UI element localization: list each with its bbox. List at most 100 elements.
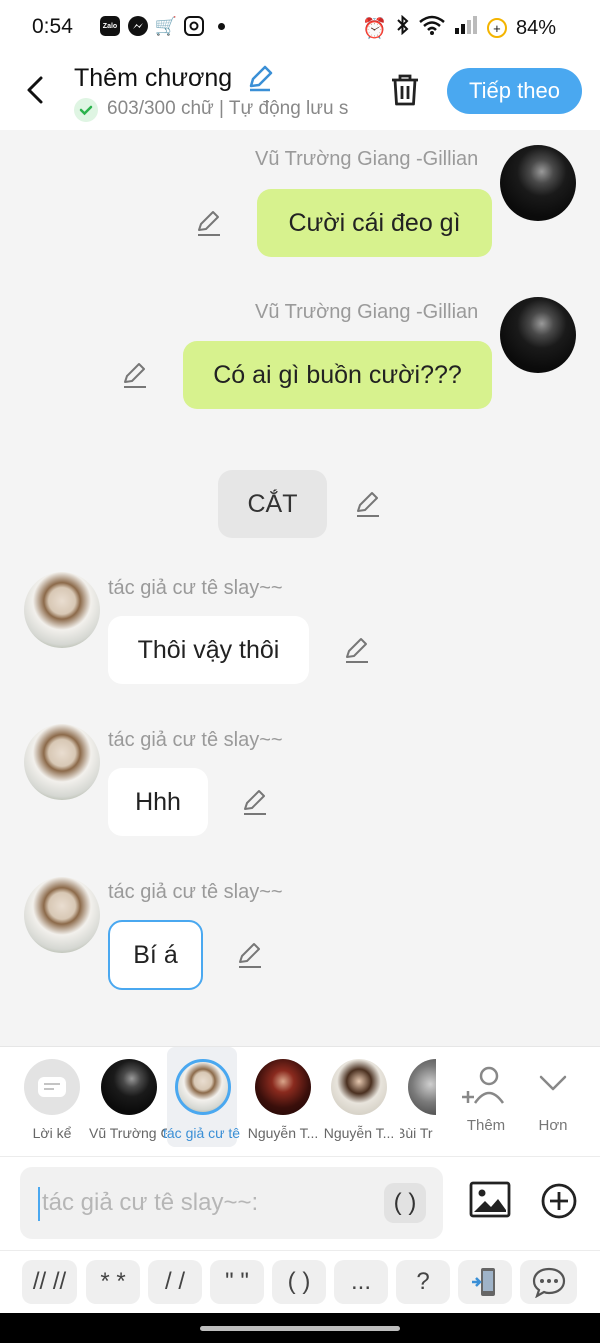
message-author: tác giả cư tê slay~~	[108, 577, 283, 599]
character-item[interactable]: Bùi Tr	[400, 1047, 436, 1147]
character-picker: Lời kể Vũ Trường Giang -Gillian tác giả …	[0, 1046, 600, 1156]
pencil-icon	[346, 638, 368, 663]
back-button[interactable]	[22, 72, 52, 108]
format-button-quotes[interactable]: " "	[210, 1260, 264, 1304]
message-bubble-selected[interactable]: Bí á	[108, 920, 203, 990]
format-button-double-slash[interactable]: // //	[22, 1260, 77, 1304]
insert-parentheses-button[interactable]: ( )	[384, 1183, 426, 1223]
status-bar: 0:54 Zalo 🛒 ⏰ + 84%	[0, 0, 600, 54]
chevron-left-icon	[27, 76, 43, 104]
avatar[interactable]	[500, 145, 576, 221]
add-person-icon	[462, 1066, 505, 1104]
message-author: Vũ Trường Giang -Gillian	[255, 148, 479, 170]
pencil-icon	[124, 363, 146, 388]
message-input[interactable]: tác giả cư tê slay~~: ( )	[20, 1167, 443, 1239]
input-placeholder: tác giả cư tê slay~~:	[42, 1189, 259, 1216]
status-time: 0:54	[32, 15, 73, 38]
pencil-icon	[239, 943, 261, 968]
phone-call-button[interactable]	[458, 1260, 512, 1304]
wifi-icon	[419, 15, 445, 41]
home-gesture-handle[interactable]	[200, 1326, 400, 1331]
character-label: Bùi Tr	[400, 1125, 433, 1141]
system-nav-bar	[0, 1313, 600, 1343]
avatar	[331, 1059, 387, 1115]
notification-dot-icon	[218, 22, 225, 30]
status-app-icons: Zalo 🛒	[100, 16, 225, 36]
format-button-ellipsis[interactable]: ...	[334, 1260, 388, 1304]
character-label: Lời kể	[32, 1125, 72, 1141]
chat-bubble-button[interactable]	[520, 1260, 577, 1304]
next-button[interactable]: Tiếp theo	[447, 68, 582, 114]
message-bubble[interactable]: Hhh	[108, 768, 208, 836]
status-system-icons: ⏰ + 84%	[362, 14, 556, 41]
format-button-asterisk[interactable]: * *	[86, 1260, 140, 1304]
message-author: tác giả cư tê slay~~	[108, 729, 283, 751]
chevron-down-icon	[539, 1075, 567, 1091]
text-lines-icon	[38, 1077, 66, 1097]
avatar	[255, 1059, 311, 1115]
format-button-question[interactable]: ?	[396, 1260, 450, 1304]
avatar[interactable]	[24, 572, 100, 648]
bluetooth-icon	[396, 14, 410, 41]
more-characters-button[interactable]: Hơn	[525, 1065, 581, 1155]
add-more-button[interactable]	[540, 1182, 578, 1220]
composer-row: tác giả cư tê slay~~: ( )	[0, 1156, 600, 1250]
add-character-label: Thêm	[466, 1117, 506, 1134]
format-button-parentheses[interactable]: ( )	[272, 1260, 326, 1304]
instagram-icon	[184, 16, 204, 36]
message-bubble[interactable]: Thôi vậy thôi	[108, 616, 309, 684]
character-label: Nguyễn T...	[247, 1125, 319, 1141]
edit-message-button[interactable]	[241, 788, 269, 816]
messenger-icon	[128, 16, 148, 36]
avatar[interactable]	[24, 877, 100, 953]
avatar	[408, 1059, 436, 1115]
insert-image-button[interactable]	[469, 1180, 511, 1220]
edit-message-button[interactable]	[121, 361, 149, 389]
character-label: Nguyễn T...	[323, 1125, 395, 1141]
battery-saver-icon: +	[486, 18, 507, 38]
edit-message-button[interactable]	[343, 636, 371, 664]
format-button-slash[interactable]: / /	[148, 1260, 202, 1304]
edit-message-button[interactable]	[236, 941, 264, 969]
trash-icon	[392, 74, 418, 106]
character-item[interactable]: Vũ Trường Giang -Gillian	[89, 1047, 169, 1147]
pencil-icon	[244, 790, 266, 815]
message-author: tác giả cư tê slay~~	[108, 881, 283, 903]
avatar[interactable]	[24, 724, 100, 800]
edit-title-button[interactable]	[246, 64, 274, 92]
top-app-bar: Thêm chương 603/300 chữ | Tự động lưu s …	[0, 54, 600, 130]
pencil-icon	[198, 211, 220, 236]
zalo-icon: Zalo	[100, 16, 120, 36]
signal-icon	[454, 15, 478, 41]
character-label: tác giả cư tê slay~~	[163, 1125, 243, 1141]
character-narrator[interactable]: Lời kể	[16, 1047, 86, 1147]
character-item-selected[interactable]: tác giả cư tê slay~~	[163, 1047, 243, 1147]
pencil-icon	[357, 492, 379, 517]
message-author: Vũ Trường Giang -Gillian	[255, 301, 479, 323]
narrator-avatar	[24, 1059, 80, 1115]
avatar	[175, 1059, 231, 1115]
chat-bubble-icon	[532, 1267, 565, 1298]
avatar	[101, 1059, 157, 1115]
phone-call-icon	[472, 1268, 495, 1296]
character-item[interactable]: Nguyễn T...	[323, 1047, 394, 1147]
alarm-icon: ⏰	[362, 17, 387, 40]
format-toolbar: // // * * / / " " ( ) ... ?	[0, 1250, 600, 1313]
message-bubble[interactable]: Có ai gì buồn cười???	[183, 341, 492, 409]
word-count-autosave: 603/300 chữ | Tự động lưu s	[107, 98, 349, 119]
avatar[interactable]	[500, 297, 576, 373]
cart-icon: 🛒	[154, 15, 178, 36]
delete-button[interactable]	[388, 72, 422, 108]
edit-message-button[interactable]	[195, 209, 223, 237]
add-character-button[interactable]: Thêm	[458, 1065, 514, 1155]
chat-editor-area[interactable]: Vũ Trường Giang -Gillian Cười cái đeo gì…	[0, 130, 600, 1046]
page-title: Thêm chương	[74, 64, 233, 92]
scene-cut-marker[interactable]: CẮT	[218, 470, 327, 538]
character-item[interactable]: Nguyễn T...	[247, 1047, 318, 1147]
text-caret	[38, 1187, 40, 1221]
message-bubble[interactable]: Cười cái đeo gì	[257, 189, 492, 257]
edit-message-button[interactable]	[354, 490, 382, 518]
image-icon	[469, 1181, 511, 1218]
plus-circle-icon	[541, 1183, 577, 1219]
battery-percent: 84%	[515, 16, 556, 39]
